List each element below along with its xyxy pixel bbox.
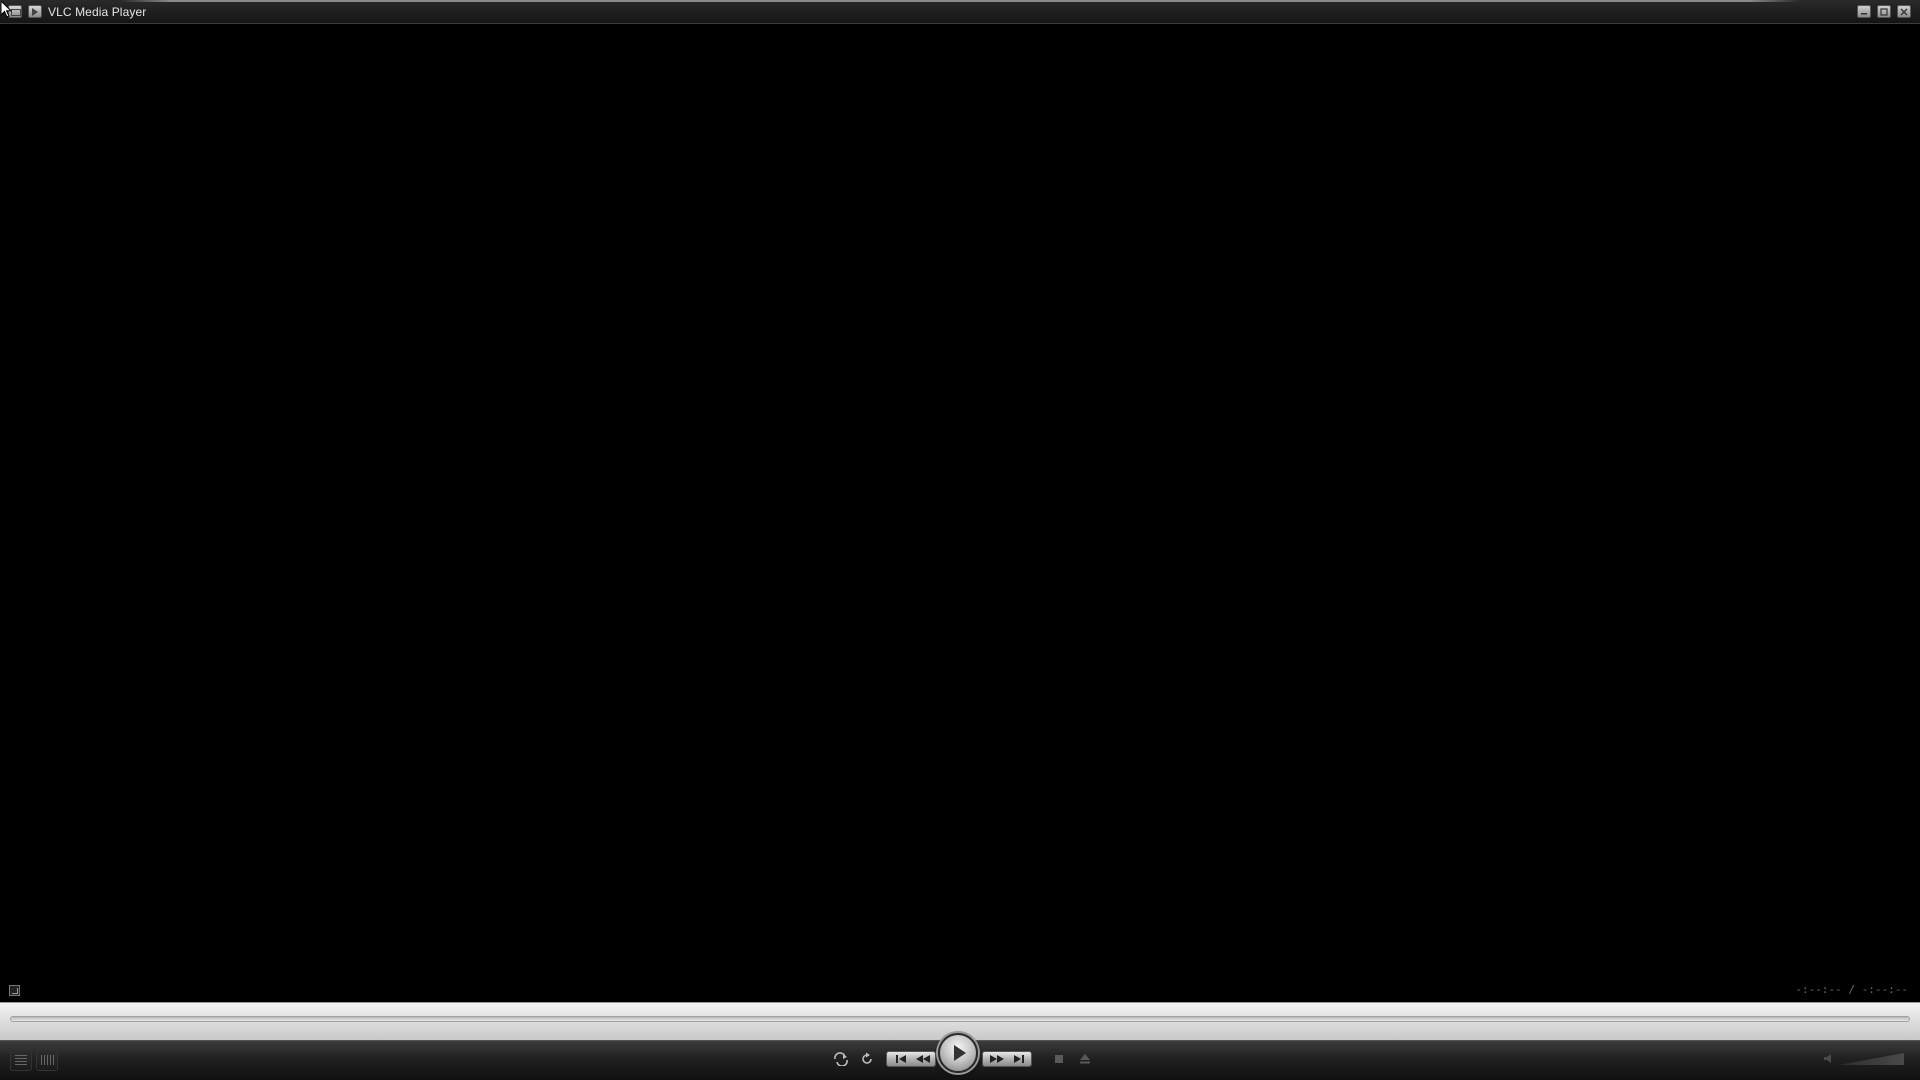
rewind-button[interactable] bbox=[912, 1051, 934, 1067]
equalizer-icon bbox=[40, 1055, 54, 1065]
close-icon bbox=[1900, 8, 1908, 15]
fast-forward-icon bbox=[990, 1055, 1004, 1063]
loop-button[interactable] bbox=[830, 1051, 852, 1067]
volume-ramp[interactable] bbox=[1838, 1053, 1904, 1065]
next-button[interactable] bbox=[1008, 1051, 1030, 1067]
volume-slider[interactable] bbox=[1824, 1051, 1906, 1067]
control-bar bbox=[0, 1033, 1920, 1080]
rewind-icon bbox=[916, 1055, 930, 1063]
vlc-window: VLC Media Player -:--:-- / -:--:-- bbox=[0, 0, 1920, 1080]
maximize-button[interactable] bbox=[1877, 5, 1891, 18]
loop-icon bbox=[834, 1052, 848, 1066]
play-button[interactable] bbox=[938, 1033, 978, 1073]
fast-forward-button[interactable] bbox=[986, 1051, 1008, 1067]
time-display[interactable]: -:--:-- / -:--:-- bbox=[1795, 983, 1908, 996]
previous-icon bbox=[896, 1055, 906, 1063]
info-toggle-icon[interactable] bbox=[9, 985, 20, 996]
playback-controls bbox=[818, 1033, 1108, 1080]
eject-button[interactable] bbox=[1074, 1051, 1096, 1067]
window-title: VLC Media Player bbox=[48, 5, 147, 19]
equalizer-button[interactable] bbox=[36, 1049, 58, 1071]
video-area[interactable] bbox=[0, 24, 1920, 1004]
close-button[interactable] bbox=[1897, 5, 1911, 18]
media-icon[interactable] bbox=[28, 5, 42, 18]
eject-icon bbox=[1080, 1054, 1090, 1064]
stop-icon bbox=[1055, 1055, 1063, 1063]
playlist-icon bbox=[15, 1055, 27, 1065]
playlist-button[interactable] bbox=[10, 1049, 32, 1071]
previous-button[interactable] bbox=[890, 1051, 912, 1067]
shuffle-icon bbox=[862, 1052, 872, 1064]
play-icon bbox=[954, 1045, 966, 1061]
volume-icon[interactable] bbox=[1824, 1054, 1832, 1063]
minimize-icon bbox=[1861, 12, 1867, 14]
seek-slider[interactable] bbox=[10, 1016, 1910, 1022]
shuffle-button[interactable] bbox=[856, 1051, 878, 1067]
stop-button[interactable] bbox=[1048, 1051, 1070, 1067]
next-icon bbox=[1014, 1055, 1024, 1063]
minimize-button[interactable] bbox=[1857, 5, 1871, 18]
title-bar-highlight bbox=[120, 0, 1800, 2]
left-buttons bbox=[10, 1049, 58, 1071]
maximize-icon bbox=[1880, 7, 1888, 16]
title-bar[interactable]: VLC Media Player bbox=[0, 0, 1920, 24]
